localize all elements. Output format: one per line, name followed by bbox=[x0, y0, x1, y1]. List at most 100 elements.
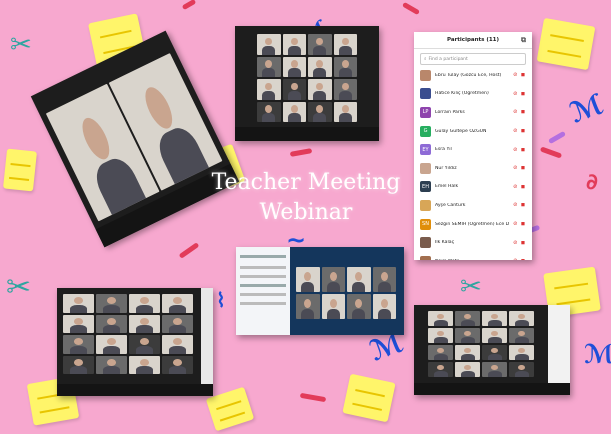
participant-search-placeholder: Find a participant bbox=[428, 56, 468, 62]
dash-decoration bbox=[539, 146, 563, 159]
squiggle-decoration: ℳ bbox=[565, 87, 608, 130]
participant-video-tile bbox=[129, 335, 160, 354]
participant-video-tile bbox=[333, 79, 357, 100]
participant-video-tile bbox=[509, 311, 534, 326]
participant-row[interactable]: EH Emel Halk ⊘ ◼ bbox=[414, 178, 532, 197]
participants-header-text: Participants (11) bbox=[446, 37, 500, 43]
participant-row[interactable]: EY Esra Yıl ⊘ ◼ bbox=[414, 140, 532, 159]
participant-video-tile bbox=[308, 79, 332, 100]
participant-avatar bbox=[420, 69, 431, 81]
participant-video-tile bbox=[321, 267, 345, 292]
squiggle-decoration: ✂ bbox=[460, 272, 482, 302]
popout-icon[interactable]: ⧉ bbox=[521, 36, 526, 45]
participant-video-tile bbox=[347, 294, 371, 319]
chat-sidebar bbox=[236, 247, 290, 335]
participant-video-tile bbox=[308, 56, 332, 77]
participants-panel-screenshot: Participants (11) ⧉ ⌕ Find a participant… bbox=[414, 32, 532, 260]
participant-video-tile bbox=[282, 79, 306, 100]
dash-decoration bbox=[181, 0, 197, 11]
participant-video-tile bbox=[509, 328, 534, 343]
squiggle-decoration: ✂ bbox=[6, 270, 32, 305]
participant-video-tile bbox=[129, 314, 160, 333]
participant-video-tile bbox=[482, 328, 507, 343]
title-line-2: Webinar bbox=[259, 200, 353, 225]
participant-name: Ayşe Cantürk bbox=[435, 202, 466, 208]
dash-decoration bbox=[299, 392, 327, 403]
participant-name: Hatice Kılıç (Ögretmen) bbox=[435, 91, 489, 97]
participant-video-tile bbox=[296, 267, 320, 292]
participant-row[interactable]: Nur Yıldız ⊘ ◼ bbox=[414, 159, 532, 178]
meeting-toolbar bbox=[235, 127, 379, 141]
meeting-toolbar bbox=[414, 383, 570, 395]
participant-video-tile bbox=[162, 335, 193, 354]
participant-video-tile bbox=[428, 311, 453, 326]
video-call-screenshot-6 bbox=[414, 305, 570, 395]
participant-video-tile bbox=[455, 328, 480, 343]
participant-video-tile bbox=[455, 362, 480, 377]
participant-row[interactable]: LP Lorrain Parks ⊘ ◼ bbox=[414, 103, 532, 122]
mic-camera-muted-icon: ⊘ ◼ bbox=[513, 128, 526, 135]
participant-video-tile bbox=[455, 345, 480, 360]
participant-search-field[interactable]: ⌕ Find a participant bbox=[420, 53, 526, 65]
mic-camera-muted-icon: ⊘ ◼ bbox=[513, 183, 526, 190]
participant-video-tile bbox=[333, 56, 357, 77]
participant-row[interactable]: Hatice Kılıç (Ögretmen) ⊘ ◼ bbox=[414, 85, 532, 104]
participant-video-tile bbox=[482, 311, 507, 326]
dash-decoration bbox=[401, 1, 421, 16]
participant-video-tile bbox=[282, 34, 306, 55]
participant-avatar: G bbox=[420, 125, 431, 137]
participant-video-tile bbox=[162, 294, 193, 313]
participants-list: Ebru Tülay (Gözcü Ece, Host) ⊘ ◼ Hatice Kı… bbox=[414, 66, 532, 260]
participant-video-tile bbox=[96, 355, 127, 374]
participant-video-tile bbox=[333, 34, 357, 55]
participant-video-tile bbox=[63, 335, 94, 354]
sticky-note-decoration bbox=[536, 17, 596, 71]
search-icon: ⌕ bbox=[424, 57, 427, 62]
participant-video-tile bbox=[455, 311, 480, 326]
participant-name: Esra Yıl bbox=[435, 147, 452, 153]
participant-video-tile bbox=[129, 294, 160, 313]
participant-video-tile bbox=[321, 294, 345, 319]
squiggle-decoration: ℳ bbox=[584, 340, 611, 370]
participant-video-tile bbox=[428, 328, 453, 343]
participant-row[interactable]: Naile Mete ⊘ ◼ bbox=[414, 252, 532, 260]
participant-video-tile bbox=[257, 56, 281, 77]
participant-row[interactable]: İlk Kalaç ⊘ ◼ bbox=[414, 233, 532, 252]
mic-camera-muted-icon: ⊘ ◼ bbox=[513, 202, 526, 209]
mic-camera-muted-icon: ⊘ ◼ bbox=[513, 109, 526, 116]
participant-row[interactable]: SN Sezgin SEMİH (Ögretmen) Ece D. ⊘ ◼ bbox=[414, 215, 532, 234]
participant-video-tile bbox=[509, 362, 534, 377]
participant-video-tile bbox=[63, 294, 94, 313]
video-call-screenshot-2 bbox=[235, 26, 379, 141]
participant-video-tile bbox=[257, 34, 281, 55]
participant-video-tile bbox=[296, 294, 320, 319]
meeting-toolbar bbox=[57, 384, 213, 396]
participant-avatar: LP bbox=[420, 106, 431, 118]
participant-name: Ebru Tülay (Gözcü Ece, Host) bbox=[435, 72, 502, 78]
participant-video-tile bbox=[372, 267, 396, 292]
participant-name: Lorrain Parks bbox=[435, 109, 465, 115]
title-line-1: Teacher Meeting bbox=[211, 170, 401, 195]
participant-video-tile bbox=[96, 294, 127, 313]
sticky-note-decoration bbox=[342, 373, 396, 423]
dash-decoration bbox=[547, 130, 567, 145]
participant-video-tile bbox=[347, 267, 371, 292]
participant-row[interactable]: Ayşe Cantürk ⊘ ◼ bbox=[414, 196, 532, 215]
dash-decoration bbox=[178, 242, 200, 259]
participant-video-tile bbox=[257, 101, 281, 122]
participant-name: İlk Kalaç bbox=[435, 240, 455, 246]
participant-video-tile bbox=[257, 79, 281, 100]
participants-panel-header: Participants (11) ⧉ bbox=[414, 32, 532, 49]
mic-camera-muted-icon: ⊘ ◼ bbox=[513, 72, 526, 79]
participant-name: Gülay Gültepe ÖZGÜN bbox=[435, 128, 487, 134]
mic-camera-muted-icon: ⊘ ◼ bbox=[513, 165, 526, 172]
mic-camera-muted-icon: ⊘ ◼ bbox=[513, 258, 526, 260]
participant-video-tile bbox=[162, 314, 193, 333]
participant-row[interactable]: G Gülay Gültepe ÖZGÜN ⊘ ◼ bbox=[414, 122, 532, 141]
participant-row[interactable]: Ebru Tülay (Gözcü Ece, Host) ⊘ ◼ bbox=[414, 66, 532, 85]
dash-decoration bbox=[289, 148, 313, 157]
collage-canvas: ✂ ✂ ✂ ℳ ~ ℳ ℳ ℳ ∂ ⌇ bbox=[0, 0, 611, 434]
squiggle-decoration: ✂ bbox=[10, 30, 32, 60]
side-participant-strip bbox=[548, 305, 570, 395]
participant-video-tile bbox=[428, 362, 453, 377]
